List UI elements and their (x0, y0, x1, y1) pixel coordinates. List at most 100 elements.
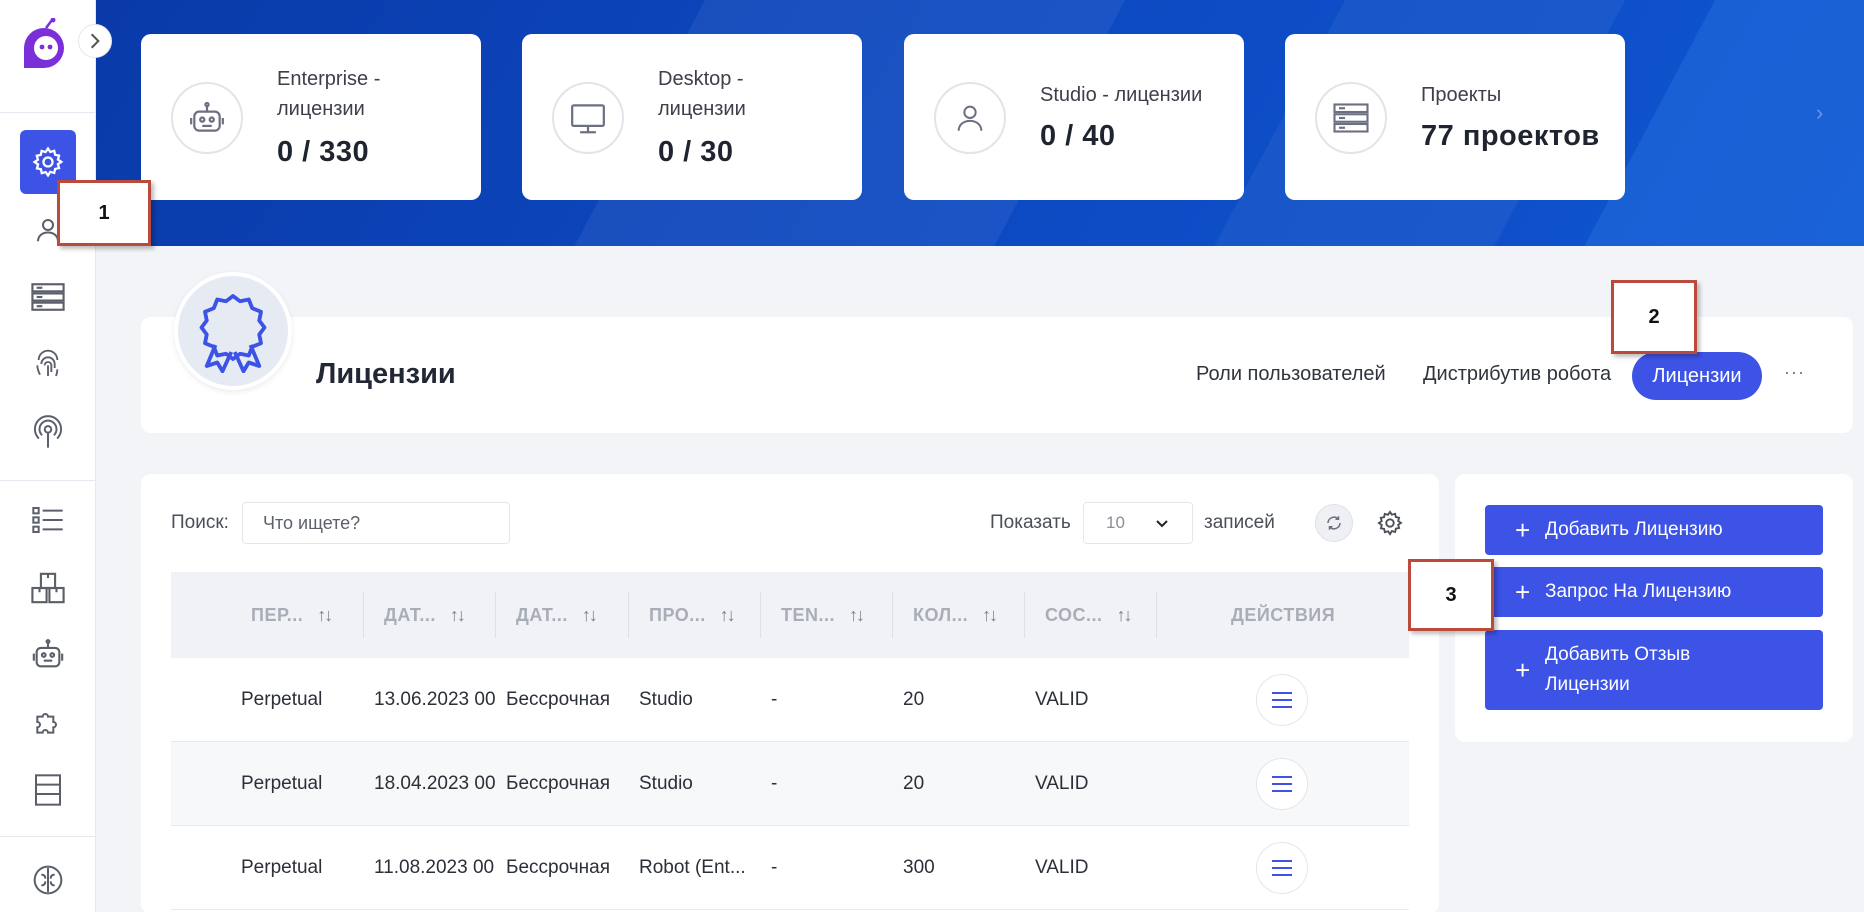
tab-user-roles[interactable]: Роли пользователей (1196, 363, 1386, 386)
cell-product: Studio (639, 689, 693, 710)
sort-icon: ↑↓ (849, 604, 865, 625)
monitor-icon (552, 82, 624, 154)
callout-3: 3 (1408, 559, 1494, 631)
sidebar-item-servers[interactable] (20, 265, 76, 329)
refresh-icon (1327, 516, 1341, 530)
broadcast-icon (34, 415, 62, 448)
table-header: ПЕР... ↑↓ ДАТ... ↑↓ ДАТ... ↑↓ ПРО... ↑↓ TEN.… (171, 572, 1409, 658)
brain-icon (33, 865, 63, 895)
cell-date-start: 18.04.2023 00 (374, 773, 496, 794)
refresh-button[interactable] (1315, 504, 1353, 542)
carousel-next-icon[interactable]: › (1816, 100, 1823, 126)
cell-quantity: 300 (903, 857, 935, 878)
sort-icon: ↑↓ (982, 604, 998, 625)
table-row[interactable]: Perpetual 13.06.2023 00 Бессрочная Studi… (171, 658, 1409, 742)
sidebar-divider (0, 480, 96, 481)
add-license-revocation-button[interactable]: + Добавить Отзыв Лицензии (1485, 630, 1823, 710)
page-size-select[interactable]: 10 (1083, 502, 1193, 544)
sidebar-item-list[interactable] (20, 488, 76, 552)
puzzle-icon (36, 713, 57, 734)
request-license-label: Запрос На Лицензию (1545, 581, 1732, 602)
table-row[interactable]: Perpetual 18.04.2023 00 Бессрочная Studi… (171, 742, 1409, 826)
sidebar-divider (0, 112, 96, 113)
sort-icon: ↑↓ (449, 604, 466, 625)
table-row[interactable]: Perpetual 11.08.2023 00 Бессрочная Robot… (171, 826, 1409, 910)
sidebar-item-tables[interactable] (20, 758, 76, 822)
column-header-period[interactable]: ПЕР... ↑↓ (251, 572, 333, 658)
show-label: Показать (990, 512, 1071, 533)
search-input[interactable] (242, 502, 510, 544)
sidebar (0, 0, 96, 912)
sidebar-item-integrations[interactable] (20, 690, 76, 754)
cell-date-end: Бессрочная (506, 773, 610, 794)
plus-icon: + (1515, 515, 1531, 545)
sort-icon: ↑↓ (1116, 604, 1133, 625)
cell-date-end: Бессрочная (506, 857, 610, 878)
sort-icon: ↑↓ (317, 604, 333, 625)
cell-date-start: 11.08.2023 00 (374, 857, 495, 878)
revocation-label-line2: Лицензии (1545, 674, 1630, 695)
cell-period: Perpetual (241, 857, 323, 878)
row-actions-button[interactable] (1256, 674, 1308, 726)
column-header-product[interactable]: ПРО... ↑↓ (649, 572, 736, 658)
cell-period: Perpetual (241, 773, 323, 794)
tab-licenses[interactable]: Лицензии (1632, 352, 1762, 400)
plus-icon: + (1515, 577, 1531, 607)
more-tabs-button[interactable]: ··· (1784, 362, 1805, 383)
sidebar-toggle-button[interactable] (78, 24, 112, 58)
sidebar-divider (0, 836, 96, 837)
callout-2: 2 (1611, 280, 1697, 354)
row-actions-button[interactable] (1256, 842, 1308, 894)
row-actions-button[interactable] (1256, 758, 1308, 810)
sidebar-item-broadcast[interactable] (20, 400, 76, 464)
fingerprint-icon (36, 349, 59, 377)
stat-label: Desktop - (658, 68, 744, 90)
callout-1: 1 (57, 180, 151, 246)
sidebar-item-security[interactable] (20, 332, 76, 396)
stat-value: 0 / 40 (1040, 120, 1116, 152)
table-settings-button[interactable] (1375, 508, 1405, 538)
revocation-label-line1: Добавить Отзыв (1545, 644, 1691, 665)
cell-tenant: - (771, 689, 778, 710)
sidebar-item-ai[interactable] (20, 848, 76, 912)
cell-product: Robot (Ent... (639, 857, 746, 878)
sort-icon: ↑↓ (581, 604, 598, 625)
gear-icon (32, 146, 64, 178)
stat-label: лицензии (658, 98, 746, 120)
gear-icon (1377, 510, 1403, 536)
app-logo[interactable] (18, 17, 70, 92)
add-license-button[interactable]: + Добавить Лицензию (1485, 505, 1823, 555)
stat-card-studio: Studio - лицензии 0 / 40 (904, 34, 1244, 200)
license-badge-icon (174, 272, 292, 390)
column-header-date-start[interactable]: ДАТ... ↑↓ (384, 572, 466, 658)
user-icon (934, 82, 1006, 154)
column-header-status[interactable]: СОС... ↑↓ (1045, 572, 1133, 658)
column-header-date-end[interactable]: ДАТ... ↑↓ (516, 572, 598, 658)
cell-quantity: 20 (903, 689, 925, 710)
cell-date-end: Бессрочная (506, 689, 610, 710)
list-icon (32, 507, 63, 533)
page-size-value: 10 (1106, 513, 1125, 532)
request-license-button[interactable]: + Запрос На Лицензию (1485, 567, 1823, 617)
column-header-quantity[interactable]: КОЛ... ↑↓ (913, 572, 998, 658)
robot-icon (32, 639, 64, 668)
robot-icon (171, 82, 243, 154)
column-header-tenant[interactable]: TEN... ↑↓ (781, 572, 865, 658)
sidebar-item-robots[interactable] (20, 623, 76, 687)
page-title: Лицензии (316, 358, 456, 390)
sort-icon: ↑↓ (719, 604, 736, 625)
cell-quantity: 20 (903, 773, 925, 794)
tab-robot-distribution[interactable]: Дистрибутив робота (1423, 363, 1611, 386)
cell-product: Studio (639, 773, 693, 794)
cell-tenant: - (771, 857, 778, 878)
chevron-down-icon (1156, 520, 1168, 528)
stat-label: Проекты (1421, 84, 1502, 106)
server-icon (31, 283, 65, 311)
sidebar-item-packages[interactable] (20, 556, 76, 620)
menu-icon (1272, 776, 1292, 792)
add-license-label: Добавить Лицензию (1545, 519, 1723, 540)
stat-label: Studio - лицензии (1040, 84, 1203, 106)
stat-value: 77 проектов (1421, 120, 1600, 152)
stat-card-enterprise: Enterprise - лицензии 0 / 330 (141, 34, 481, 200)
cell-period: Perpetual (241, 689, 323, 710)
